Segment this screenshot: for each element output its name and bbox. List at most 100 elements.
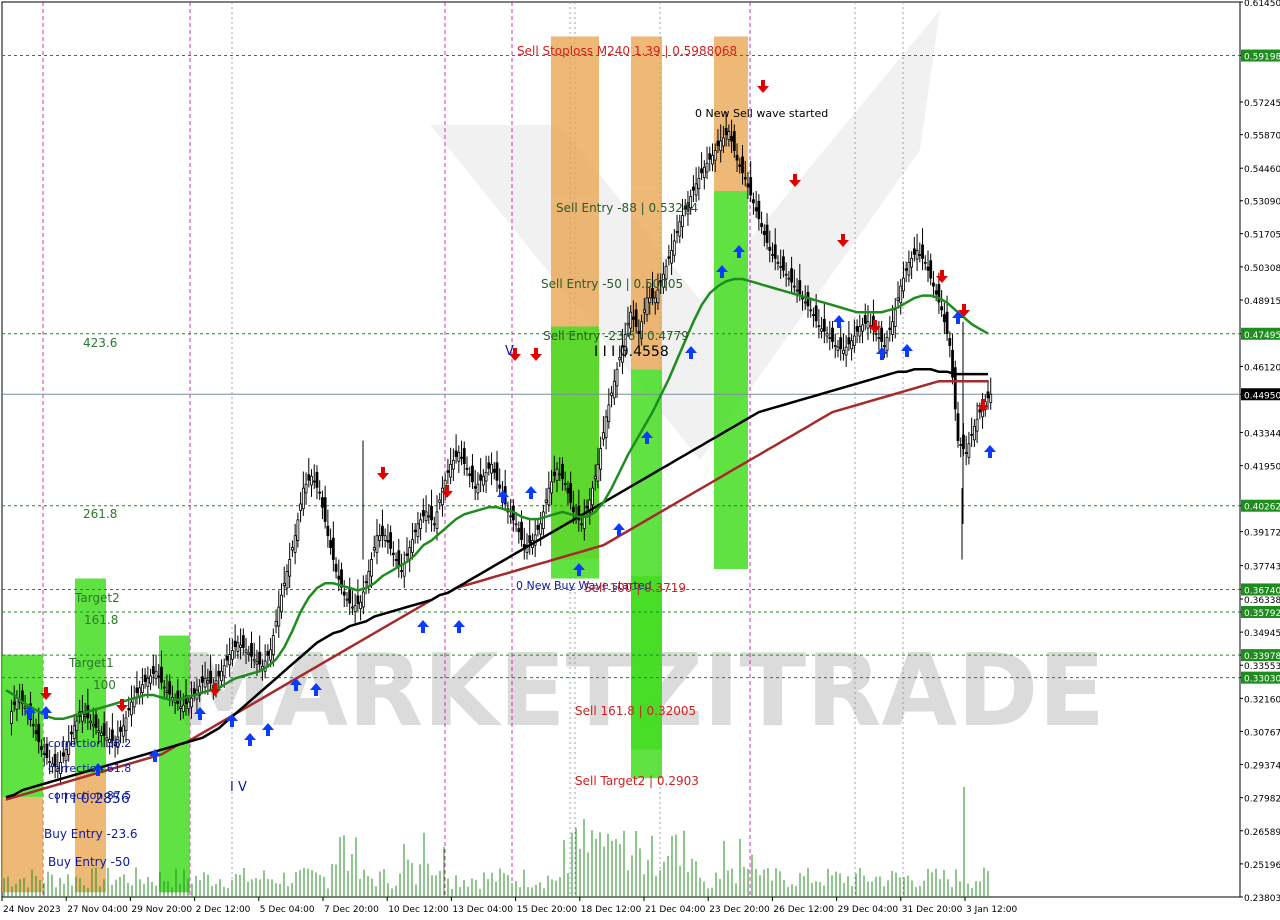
candle-body [154,670,158,679]
candle-body [926,266,930,271]
candle-body [517,528,521,533]
candle-body [288,559,292,577]
candle-body [228,654,232,666]
chart-label: correction 38.2 [48,737,131,750]
candle-body [389,532,393,549]
time-tick-label: 7 Dec 20:00 [324,905,379,915]
candle-body [471,465,474,483]
candle-body [427,515,431,518]
price-tick-label: 0.32160 [1244,695,1280,705]
candle-body [394,559,398,561]
chart-label: I I I 0.4558 [594,344,669,360]
candle-body [140,684,144,694]
candle-body [361,591,365,608]
signal-zone [551,36,599,199]
candle-body [672,240,676,256]
candle-body [241,635,245,648]
chart-label: Sell 161.8 | 0.32005 [575,704,696,718]
candle-body [798,280,802,295]
candle-body [907,261,911,276]
chart-label: Sell Entry -88 | 0.53244 [556,201,698,215]
candle-body [861,324,864,332]
candle-body [784,273,788,276]
candle-body [569,483,573,503]
price-tick-label: 0.46120 [1244,363,1280,373]
candle-body [566,487,570,494]
candle-body [435,511,439,529]
candle-body [760,223,763,228]
candle-body [820,328,824,332]
candle-body [252,658,256,662]
candle-body [342,591,346,596]
price-tick-label: 0.57245 [1244,99,1280,109]
candle-body [752,199,755,204]
candle-body [708,153,712,160]
candle-body [312,480,316,483]
candle-body [986,391,990,399]
candle-body [100,732,103,736]
candle-body [787,277,791,280]
candle-body [359,601,363,610]
chart-label: Sell Target2 | 0.2903 [575,774,699,788]
candle-body [692,186,695,191]
signal-zone [714,190,748,569]
candle-body [119,727,122,732]
candle-body [831,327,834,342]
candle-body [561,463,564,480]
candle-body [121,725,125,737]
candle-body [61,752,65,757]
time-tick-label: 5 Dec 04:00 [260,905,315,915]
candle-body [825,333,829,337]
chart-label: 423.6 [83,336,117,350]
candle-body [296,519,300,541]
candle-body [432,523,436,526]
candle-body [839,337,843,350]
candle-body [473,486,477,489]
candle-body [351,606,354,609]
candle-body [135,687,139,694]
candle-body [356,595,360,605]
candle-body [217,670,221,677]
candle-body [179,706,182,709]
candle-body [498,484,502,489]
candle-body [790,268,793,283]
candle-body [255,661,259,665]
candle-body [978,409,982,413]
candle-body [146,677,150,687]
candle-body [231,650,234,660]
candle-body [915,250,919,260]
candle-body [465,467,469,470]
price-chart[interactable]: MARKETZITRADESell Stoploss M240 1.39 | 0… [0,0,1280,920]
candle-body [326,525,330,537]
candle-body [645,297,649,316]
candle-body [795,289,799,292]
candle-body [151,666,155,675]
candle-body [149,675,152,684]
time-tick-label: 3 Jan 12:00 [966,905,1018,915]
chart-root: FTMUSDT-Bin,H4 0.44910000 0.44990000 0.4… [0,0,1280,920]
time-tick-label: 29 Nov 20:00 [131,905,192,915]
candle-body [441,487,444,506]
candle-body [160,666,163,683]
candle-body [713,150,717,161]
candle-body [479,474,483,481]
candle-body [168,681,172,695]
candle-body [896,297,900,301]
candle-body [653,297,657,304]
candle-body [921,244,924,259]
candle-body [591,487,594,506]
candle-body [948,337,952,346]
candle-body [222,665,226,677]
candle-body [599,448,603,470]
candle-body [902,277,905,292]
candle-body [607,404,611,423]
candle-body [648,297,652,304]
candle-body [964,452,968,454]
time-tick-label: 26 Dec 12:00 [773,905,834,915]
candle-body [768,246,772,251]
chart-label: I I I 0.2856 [55,791,130,807]
candle-body [700,168,703,174]
candle-body [803,301,807,304]
candle-body [307,474,311,481]
candle-body [40,746,43,751]
